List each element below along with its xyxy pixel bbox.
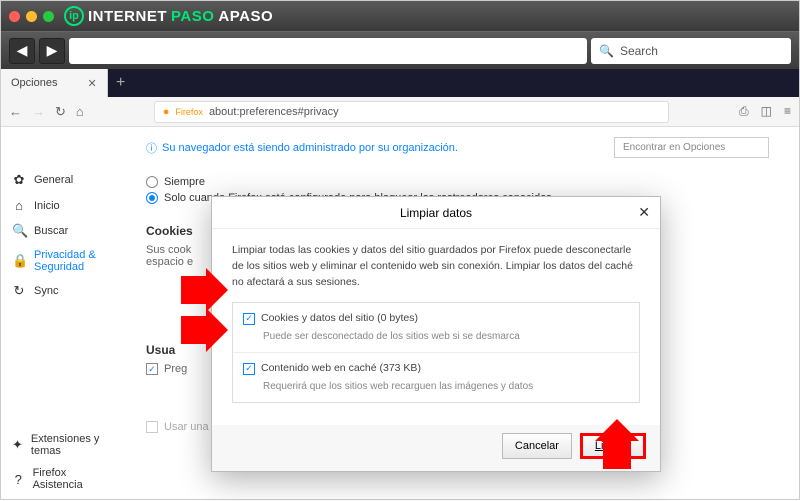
sync-icon: ↻ xyxy=(12,283,26,299)
reload-icon[interactable]: ↻ xyxy=(55,104,66,120)
brand-part3: APASO xyxy=(218,8,273,25)
minimize-window-icon[interactable] xyxy=(26,11,37,22)
org-notice-label: Su navegador está siendo administrado po… xyxy=(162,142,458,154)
help-icon: ? xyxy=(12,472,25,487)
sidebar-item-sync[interactable]: ↻ Sync xyxy=(6,278,111,304)
sidebar-icon[interactable]: ◫ xyxy=(761,104,772,119)
sidebar-label: Buscar xyxy=(34,225,68,237)
checkbox-label: Preg xyxy=(164,363,187,375)
nav-back-button[interactable]: ◀ xyxy=(9,38,35,64)
toolbar-right: ⎙ ◫ ≡ xyxy=(739,104,791,119)
search-placeholder: Search xyxy=(620,44,658,58)
search-icon: 🔍 xyxy=(12,223,26,239)
option-cookies[interactable]: ✓ Cookies y datos del sitio (0 bytes) Pue… xyxy=(233,303,639,353)
close-tab-icon[interactable]: ✕ xyxy=(87,77,96,90)
cancel-button[interactable]: Cancelar xyxy=(502,433,572,459)
option-sublabel: Puede ser desconectado de los sitios web… xyxy=(263,329,629,344)
nav-controls: ← → ↻ ⌂ xyxy=(9,104,84,120)
radio-label: Siempre xyxy=(164,176,205,188)
window-titlebar: ip INTERNET PASO APASO xyxy=(1,1,799,31)
puzzle-icon: ✦ xyxy=(12,437,23,453)
gear-icon: ✿ xyxy=(12,172,26,188)
sidebar-item-extensiones[interactable]: ✦ Extensiones y temas xyxy=(6,428,116,462)
checkbox-checked-icon: ✓ xyxy=(146,363,158,375)
maximize-window-icon[interactable] xyxy=(43,11,54,22)
back-icon[interactable]: ← xyxy=(9,104,22,120)
org-notice-row: ⓘ Su navegador está siendo administrado … xyxy=(146,137,769,158)
nav-forward-button[interactable]: ▶ xyxy=(39,38,65,64)
new-tab-button[interactable]: + xyxy=(108,70,134,96)
tab-label: Opciones xyxy=(11,77,57,89)
option-label: Contenido web en caché (373 KB) xyxy=(261,361,421,377)
sidebar-label: General xyxy=(34,174,73,186)
checkbox-checked-icon: ✓ xyxy=(243,313,255,325)
url-text: about:preferences#privacy xyxy=(209,106,339,118)
home-icon: ⌂ xyxy=(12,198,26,213)
find-in-options-input[interactable]: Encontrar en Opciones xyxy=(614,137,769,158)
dialog-titlebar: Limpiar datos ✕ xyxy=(212,197,660,229)
preferences-sidebar: ✿ General ⌂ Inicio 🔍 Buscar 🔒 Privacidad & S… xyxy=(1,127,116,501)
dialog-title: Limpiar datos xyxy=(400,206,472,220)
home-icon[interactable]: ⌂ xyxy=(76,104,84,120)
window-controls xyxy=(9,11,54,22)
sidebar-item-general[interactable]: ✿ General xyxy=(6,167,111,193)
address-input[interactable]: ● Firefox about:preferences#privacy xyxy=(154,101,669,123)
sidebar-label: Sync xyxy=(34,285,58,297)
dialog-description: Limpiar todas las cookies y datos del si… xyxy=(232,243,640,290)
dialog-body: Limpiar todas las cookies y datos del si… xyxy=(212,229,660,425)
tab-opciones[interactable]: Opciones ✕ xyxy=(1,69,108,97)
sidebar-item-asistencia[interactable]: ? Firefox Asistencia xyxy=(6,462,116,496)
site-logo: ip INTERNET PASO APASO xyxy=(64,6,273,26)
brand-part2: PASO xyxy=(171,8,214,25)
clear-data-dialog: Limpiar datos ✕ Limpiar todas las cookie… xyxy=(211,196,661,472)
forward-icon[interactable]: → xyxy=(32,104,45,120)
sidebar-item-buscar[interactable]: 🔍 Buscar xyxy=(6,218,111,244)
info-icon: ⓘ xyxy=(146,140,157,156)
dialog-options: ✓ Cookies y datos del sitio (0 bytes) Pue… xyxy=(232,302,640,403)
sidebar-item-inicio[interactable]: ⌂ Inicio xyxy=(6,193,111,218)
nav-toolbar: ◀ ▶ 🔍 Search xyxy=(1,31,799,69)
option-cache[interactable]: ✓ Contenido web en caché (373 KB) Requeri… xyxy=(233,353,639,402)
outer-url-input[interactable] xyxy=(69,38,587,64)
sidebar-item-privacidad[interactable]: 🔒 Privacidad & Seguridad xyxy=(6,244,111,278)
sidebar-label: Firefox Asistencia xyxy=(33,467,110,491)
close-window-icon[interactable] xyxy=(9,11,20,22)
sidebar-label: Privacidad & Seguridad xyxy=(34,249,105,273)
find-placeholder: Encontrar en Opciones xyxy=(623,142,725,153)
close-dialog-icon[interactable]: ✕ xyxy=(638,204,650,221)
browser-url-bar: ← → ↻ ⌂ ● Firefox about:preferences#priv… xyxy=(1,97,799,127)
option-sublabel: Requerirá que los sitios web recarguen l… xyxy=(263,379,629,394)
search-icon: 🔍 xyxy=(599,44,614,58)
sidebar-label: Inicio xyxy=(34,200,60,212)
sidebar-label: Extensiones y temas xyxy=(31,433,110,457)
option-label: Cookies y datos del sitio (0 bytes) xyxy=(261,311,418,327)
brand-part1: INTERNET xyxy=(88,8,167,25)
library-icon[interactable]: ⎙ xyxy=(739,104,749,119)
org-notice-text[interactable]: ⓘ Su navegador está siendo administrado … xyxy=(146,140,458,156)
logo-badge-icon: ip xyxy=(64,6,84,26)
tracking-option-siempre[interactable]: Siempre xyxy=(146,176,769,188)
radio-icon xyxy=(146,176,158,188)
firefox-label: Firefox xyxy=(175,107,203,117)
dialog-footer: Cancelar Limpiar xyxy=(212,425,660,471)
checkbox-checked-icon: ✓ xyxy=(243,363,255,375)
checkbox-icon xyxy=(146,421,158,433)
outer-search-input[interactable]: 🔍 Search xyxy=(591,38,791,64)
radio-checked-icon xyxy=(146,192,158,204)
browser-tab-bar: Opciones ✕ + xyxy=(1,69,799,97)
lock-icon: 🔒 xyxy=(12,253,26,269)
menu-icon[interactable]: ≡ xyxy=(784,104,791,119)
firefox-icon: ● xyxy=(163,106,170,118)
